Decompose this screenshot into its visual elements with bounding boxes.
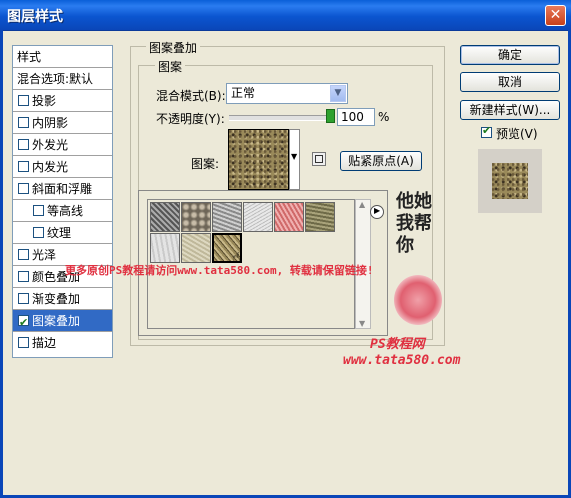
style-item-contour[interactable]: 等高线: [13, 200, 112, 222]
watermark-line: 更多原创PS教程请访问www.tata580.com, 转载请保留链接!: [65, 264, 374, 277]
preview-label: 预览(V): [496, 127, 538, 141]
style-checkbox[interactable]: [18, 117, 29, 128]
pattern-dropdown-arrow[interactable]: ▼: [289, 129, 300, 190]
style-list-header-label: 样式: [17, 50, 42, 64]
style-item-stroke[interactable]: 描边: [13, 332, 112, 354]
pattern-tile[interactable]: [150, 233, 180, 263]
new-preset-icon: [315, 155, 323, 163]
opacity-unit: %: [378, 110, 390, 124]
preview-swatch: [492, 163, 528, 199]
blend-mode-select[interactable]: 正常 ▼: [226, 83, 348, 104]
checkmark-icon: ✔: [19, 316, 29, 329]
style-checkbox-checked[interactable]: ✔: [18, 315, 29, 329]
opacity-slider-track[interactable]: [229, 115, 331, 121]
window-title: 图层样式: [7, 9, 63, 25]
pattern-tile[interactable]: [305, 202, 335, 232]
style-item-label: 等高线: [47, 204, 84, 218]
opacity-value: 100: [341, 110, 364, 124]
style-item-inner-glow[interactable]: 内发光: [13, 156, 112, 178]
style-checkbox[interactable]: [18, 139, 29, 150]
cancel-label: 取消: [497, 75, 522, 89]
preview-checkbox[interactable]: ✔: [481, 124, 492, 138]
style-item-label: 光泽: [32, 248, 57, 262]
snap-to-origin-label: 贴紧原点(A): [348, 154, 414, 168]
style-checkbox[interactable]: [33, 205, 44, 216]
ok-label: 确定: [497, 48, 522, 62]
picker-menu-button[interactable]: ▶: [370, 205, 384, 219]
close-button[interactable]: ✕: [545, 5, 566, 26]
style-checkbox[interactable]: [18, 271, 29, 282]
brush-calligraphy: 他她我帮你: [392, 185, 444, 345]
cancel-button[interactable]: 取消: [460, 72, 560, 92]
pattern-overlay-title: 图案叠加: [146, 39, 201, 56]
blend-options-item[interactable]: 混合选项:默认: [13, 68, 112, 90]
style-item-texture[interactable]: 纹理: [13, 222, 112, 244]
blend-options-label: 混合选项:默认: [17, 72, 94, 86]
blend-mode-label: 混合模式(B):: [156, 89, 226, 103]
style-item-drop-shadow[interactable]: 投影: [13, 90, 112, 112]
new-style-button[interactable]: 新建样式(W)...: [460, 100, 560, 120]
snap-to-origin-button[interactable]: 贴紧原点(A): [340, 151, 422, 171]
triangle-right-icon: ▶: [374, 206, 381, 215]
style-item-label: 描边: [32, 336, 57, 350]
style-item-label: 渐变叠加: [32, 292, 81, 306]
opacity-slider-thumb[interactable]: [326, 109, 335, 123]
pattern-tile[interactable]: [181, 233, 211, 263]
style-item-label: 纹理: [47, 226, 72, 240]
brush-text: 他她我帮你: [396, 191, 432, 256]
chevron-down-icon: ▼: [359, 319, 366, 328]
style-list: 样式 混合选项:默认 投影 内阴影 外发光 内发光 斜面和浮雕 等高线 纹理 光…: [12, 45, 113, 358]
pattern-tile[interactable]: [150, 202, 180, 232]
chevron-down-icon: ▼: [330, 85, 346, 102]
style-item-pattern-overlay[interactable]: ✔ 图案叠加: [13, 310, 112, 332]
style-item-bevel-emboss[interactable]: 斜面和浮雕: [13, 178, 112, 200]
new-preset-button[interactable]: [312, 152, 326, 166]
style-checkbox[interactable]: [33, 227, 44, 238]
style-item-label: 投影: [32, 94, 57, 108]
opacity-label: 不透明度(Y):: [156, 112, 225, 126]
style-checkbox[interactable]: [18, 183, 29, 194]
pattern-subgroup-title: 图案: [155, 58, 186, 75]
pattern-tile[interactable]: [243, 202, 273, 232]
pattern-tile[interactable]: [212, 202, 242, 232]
style-item-label: 图案叠加: [32, 314, 81, 328]
site-title: PS教程网: [370, 337, 425, 352]
style-list-header[interactable]: 样式: [13, 46, 112, 68]
pattern-swatch[interactable]: [228, 129, 289, 190]
title-bar: 图层样式 ✕: [0, 0, 571, 31]
style-item-outer-glow[interactable]: 外发光: [13, 134, 112, 156]
blend-mode-value: 正常: [231, 86, 256, 100]
style-item-label: 内发光: [32, 160, 69, 174]
style-item-inner-shadow[interactable]: 内阴影: [13, 112, 112, 134]
style-checkbox[interactable]: [18, 293, 29, 304]
pattern-label: 图案:: [191, 157, 220, 171]
style-checkbox[interactable]: [18, 161, 29, 172]
checkmark-icon: ✔: [482, 124, 492, 137]
style-checkbox[interactable]: [18, 95, 29, 106]
chevron-up-icon: ▲: [359, 200, 366, 209]
seal-stamp: [394, 275, 442, 325]
chevron-down-icon: ▼: [291, 152, 298, 161]
style-item-label: 外发光: [32, 138, 69, 152]
style-checkbox[interactable]: [18, 337, 29, 348]
style-item-label: 斜面和浮雕: [32, 182, 93, 196]
opacity-input[interactable]: 100: [337, 108, 375, 126]
pattern-tile[interactable]: [181, 202, 211, 232]
preview-thumbnail: [478, 149, 542, 213]
ok-button[interactable]: 确定: [460, 45, 560, 65]
style-item-label: 内阴影: [32, 116, 69, 130]
site-url: www.tata580.com: [343, 353, 461, 368]
new-style-label: 新建样式(W)...: [469, 103, 551, 117]
style-item-gradient-overlay[interactable]: 渐变叠加: [13, 288, 112, 310]
style-checkbox[interactable]: [18, 249, 29, 260]
pattern-tile[interactable]: [274, 202, 304, 232]
close-icon: ✕: [549, 7, 562, 23]
